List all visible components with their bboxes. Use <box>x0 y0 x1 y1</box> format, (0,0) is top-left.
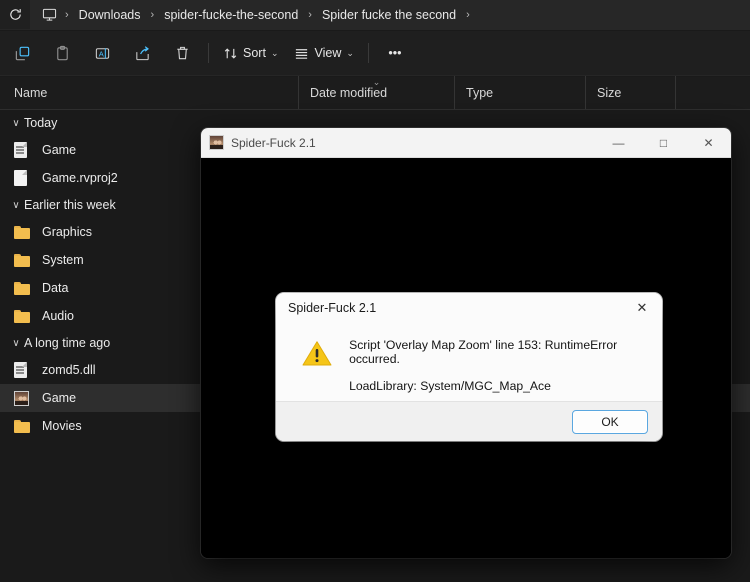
toolbar-divider <box>367 43 369 63</box>
column-header-size[interactable]: Size <box>585 76 675 109</box>
folder-icon <box>14 419 38 433</box>
close-icon[interactable]: ✕ <box>622 293 662 323</box>
maximize-button[interactable]: □ <box>641 128 686 158</box>
column-headers: Name ⌄ Date modified Type Size <box>0 76 750 110</box>
list-item-label: zomd5.dll <box>42 363 96 377</box>
sort-button[interactable]: Sort ⌄ <box>215 37 286 69</box>
minimize-button[interactable]: — <box>596 128 641 158</box>
list-item-label: System <box>42 253 84 267</box>
list-item-label: Graphics <box>42 225 93 239</box>
more-options-button[interactable]: ••• <box>375 37 415 69</box>
app-exe-icon <box>14 142 38 158</box>
error-dialog[interactable]: Spider-Fuck 2.1 ✕ Script 'Overlay Map Zo… <box>276 293 662 441</box>
app-window-title: Spider-Fuck 2.1 <box>231 135 316 150</box>
breadcrumb-item-current-folder[interactable]: Spider fucke the second <box>315 5 463 25</box>
share-icon[interactable] <box>122 37 162 69</box>
group-label: Earlier this week <box>24 198 116 212</box>
column-header-extra[interactable] <box>675 76 750 109</box>
list-item-label: Data <box>42 281 69 295</box>
address-bar: › Downloads › spider-fucke-the-second › … <box>0 0 750 30</box>
rename-icon[interactable]: A <box>82 37 122 69</box>
dialog-message-line-2: LoadLibrary: System/MGC_Map_Ace <box>349 379 551 393</box>
breadcrumb-separator: › <box>65 8 69 21</box>
dialog-footer: OK <box>276 401 662 441</box>
copy-icon[interactable] <box>2 37 42 69</box>
group-label: Today <box>24 116 58 130</box>
app-portrait-icon <box>201 135 231 150</box>
list-item-label: Game.rvproj2 <box>42 171 118 185</box>
view-button[interactable]: View ⌄ <box>286 37 361 69</box>
breadcrumb[interactable]: › Downloads › spider-fucke-the-second › … <box>30 0 750 30</box>
breadcrumb-separator: › <box>466 8 470 21</box>
paste-icon[interactable] <box>42 37 82 69</box>
ok-button[interactable]: OK <box>572 409 648 434</box>
file-icon <box>14 170 38 186</box>
column-header-type[interactable]: Type <box>454 76 585 109</box>
column-header-date-modified[interactable]: ⌄ Date modified <box>298 76 454 109</box>
breadcrumb-item-spider-fucke-the-second[interactable]: spider-fucke-the-second <box>157 5 305 25</box>
column-label: Size <box>597 85 622 100</box>
dll-file-icon <box>14 362 38 378</box>
screen: › Downloads › spider-fucke-the-second › … <box>0 0 750 582</box>
folder-icon <box>14 253 38 267</box>
folder-icon <box>14 281 38 295</box>
dialog-body: Script 'Overlay Map Zoom' line 153: Runt… <box>276 323 662 401</box>
column-label: Type <box>466 85 494 100</box>
view-label: View <box>314 46 342 60</box>
command-bar: A Sort ⌄ View ⌄ ••• <box>0 31 750 76</box>
sort-label: Sort <box>243 46 266 60</box>
breadcrumb-item-downloads[interactable]: Downloads <box>72 5 148 25</box>
list-item-label: Movies <box>42 419 82 433</box>
delete-icon[interactable] <box>162 37 202 69</box>
column-header-name[interactable]: Name <box>0 76 298 109</box>
list-item-label: Audio <box>42 309 74 323</box>
chevron-down-icon: ⌄ <box>346 47 354 58</box>
dialog-message-line-1: Script 'Overlay Map Zoom' line 153: Runt… <box>349 338 618 366</box>
chevron-down-icon: ∨ <box>12 337 20 349</box>
chevron-down-icon: ⌄ <box>270 47 279 58</box>
dialog-titlebar[interactable]: Spider-Fuck 2.1 ✕ <box>276 293 662 323</box>
dialog-messages: Script 'Overlay Map Zoom' line 153: Runt… <box>349 331 662 401</box>
group-label: A long time ago <box>24 336 111 350</box>
close-button[interactable]: ✕ <box>686 128 731 158</box>
column-label: Name <box>14 85 48 100</box>
refresh-icon[interactable] <box>0 0 30 30</box>
app-portrait-icon <box>14 390 38 406</box>
dialog-title: Spider-Fuck 2.1 <box>288 301 377 315</box>
warning-triangle-icon <box>302 331 333 401</box>
chevron-down-icon: ∨ <box>12 117 20 129</box>
list-item-label: Game <box>42 143 77 157</box>
toolbar-divider <box>208 43 209 63</box>
this-pc-icon[interactable] <box>36 8 62 22</box>
app-titlebar[interactable]: Spider-Fuck 2.1 — □ ✕ <box>201 128 731 158</box>
sort-indicator-icon: ⌄ <box>372 77 381 87</box>
list-item-label: Game <box>42 391 77 405</box>
chevron-down-icon: ∨ <box>12 199 20 211</box>
folder-icon <box>14 225 38 239</box>
breadcrumb-separator: › <box>150 8 155 21</box>
breadcrumb-separator: › <box>308 8 312 21</box>
folder-icon <box>14 309 38 323</box>
svg-text:A: A <box>98 49 104 58</box>
